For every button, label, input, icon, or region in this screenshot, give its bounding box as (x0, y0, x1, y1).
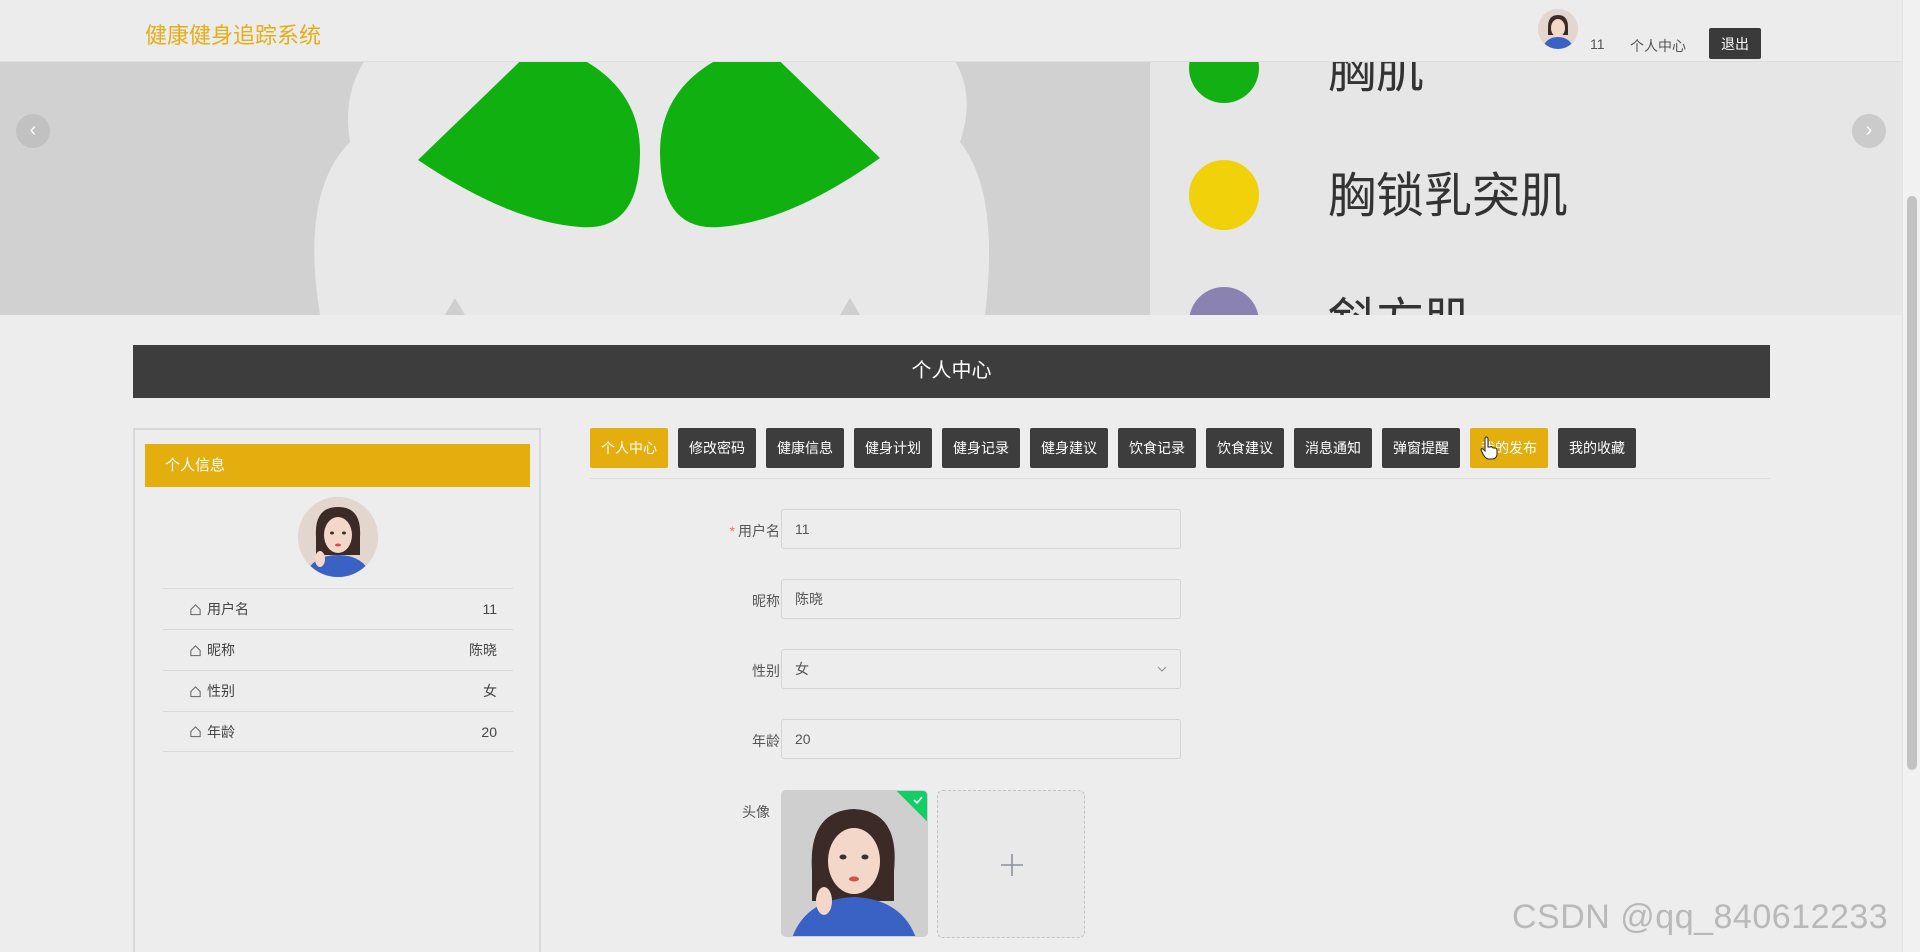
form-row-age: 年龄 (660, 719, 1181, 759)
nickname-label: 昵称 (752, 593, 780, 609)
info-value: 11 (482, 601, 497, 617)
plus-icon (1001, 854, 1023, 876)
info-key-label: 用户名 (207, 601, 249, 617)
gender-selected-value: 女 (795, 661, 809, 677)
age-input[interactable] (781, 719, 1181, 759)
section-title: 个人中心 (133, 345, 1770, 398)
avatar-upload-button[interactable] (937, 790, 1085, 938)
logout-button[interactable]: 退出 (1709, 28, 1761, 59)
home-icon (190, 726, 201, 738)
banner-label-1: 胸肌 (1328, 62, 1424, 99)
banner-carousel: 胸肌 胸锁乳突肌 斜方肌 ‹ › (0, 62, 1902, 315)
banner-label-3: 斜方肌 (1328, 293, 1472, 315)
info-item-gender: 性别 女 (163, 670, 513, 711)
tabs-divider (590, 478, 1770, 479)
sidebar-title: 个人信息 (145, 444, 530, 487)
gender-label: 性别 (752, 663, 780, 679)
form-row-nickname: 昵称 (660, 579, 1181, 619)
info-key-label: 性别 (207, 683, 235, 699)
carousel-next-arrow-icon[interactable]: › (1852, 114, 1886, 148)
tab-diet-record[interactable]: 饮食记录 (1118, 428, 1196, 468)
info-value: 20 (481, 723, 497, 740)
home-icon (190, 685, 201, 697)
info-value: 女 (483, 683, 497, 699)
username-input[interactable] (781, 509, 1181, 549)
tab-diet-advice[interactable]: 饮食建议 (1206, 428, 1284, 468)
tab-personal-center[interactable]: 个人中心 (590, 428, 668, 468)
user-avatar[interactable] (1538, 9, 1578, 49)
tab-popup-reminder[interactable]: 弹窗提醒 (1382, 428, 1460, 468)
info-item-nickname: 昵称 陈晓 (163, 629, 513, 670)
top-navbar: 健康健身追踪系统 11 个人中心 退出 (0, 0, 1902, 62)
avatar-label: 头像 (742, 804, 770, 820)
site-brand[interactable]: 健康健身追踪系统 (145, 18, 321, 50)
banner-image: 胸肌 胸锁乳突肌 斜方肌 (0, 62, 1902, 315)
profile-sidebar: 个人信息 用户名 11 昵称 陈晓 性别 女 年龄 20 (133, 428, 541, 952)
carousel-prev-arrow-icon[interactable]: ‹ (16, 114, 50, 148)
avatar-uploaded-image[interactable] (781, 790, 928, 937)
tab-change-password[interactable]: 修改密码 (678, 428, 756, 468)
form-row-gender: 性别 女 (660, 649, 1181, 689)
tab-fitness-plan[interactable]: 健身计划 (854, 428, 932, 468)
top-username: 11 (1590, 36, 1605, 52)
profile-info-list: 用户名 11 昵称 陈晓 性别 女 年龄 20 (163, 588, 513, 752)
username-label: * 用户名 (729, 523, 780, 539)
csdn-watermark: CSDN @qq_840612233 (1512, 898, 1889, 936)
info-item-username: 用户名 11 (163, 588, 513, 629)
tab-fitness-record[interactable]: 健身记录 (942, 428, 1020, 468)
tab-fitness-advice[interactable]: 健身建议 (1030, 428, 1108, 468)
home-icon (190, 603, 201, 615)
info-value: 陈晓 (469, 642, 497, 658)
info-key-label: 昵称 (207, 642, 235, 658)
scrollbar-thumb[interactable] (1907, 196, 1917, 770)
tab-notifications[interactable]: 消息通知 (1294, 428, 1372, 468)
sidebar-avatar (298, 497, 378, 577)
hand-cursor-icon (1480, 436, 1498, 460)
info-item-age: 年龄 20 (163, 711, 513, 752)
check-icon (913, 796, 923, 805)
info-key-label: 年龄 (207, 723, 235, 740)
chevron-down-icon (1157, 666, 1167, 672)
personal-center-link[interactable]: 个人中心 (1630, 36, 1686, 56)
nickname-input[interactable] (781, 579, 1181, 619)
tab-health-info[interactable]: 健康信息 (766, 428, 844, 468)
gender-select[interactable]: 女 (781, 649, 1181, 689)
home-icon (190, 644, 201, 656)
tab-my-favorites[interactable]: 我的收藏 (1558, 428, 1636, 468)
form-row-username: * 用户名 (660, 509, 1181, 549)
age-label: 年龄 (752, 733, 780, 749)
banner-label-2: 胸锁乳突肌 (1328, 168, 1568, 224)
page-scrollbar[interactable] (1902, 0, 1920, 952)
legend-dot-yellow (1189, 160, 1259, 230)
